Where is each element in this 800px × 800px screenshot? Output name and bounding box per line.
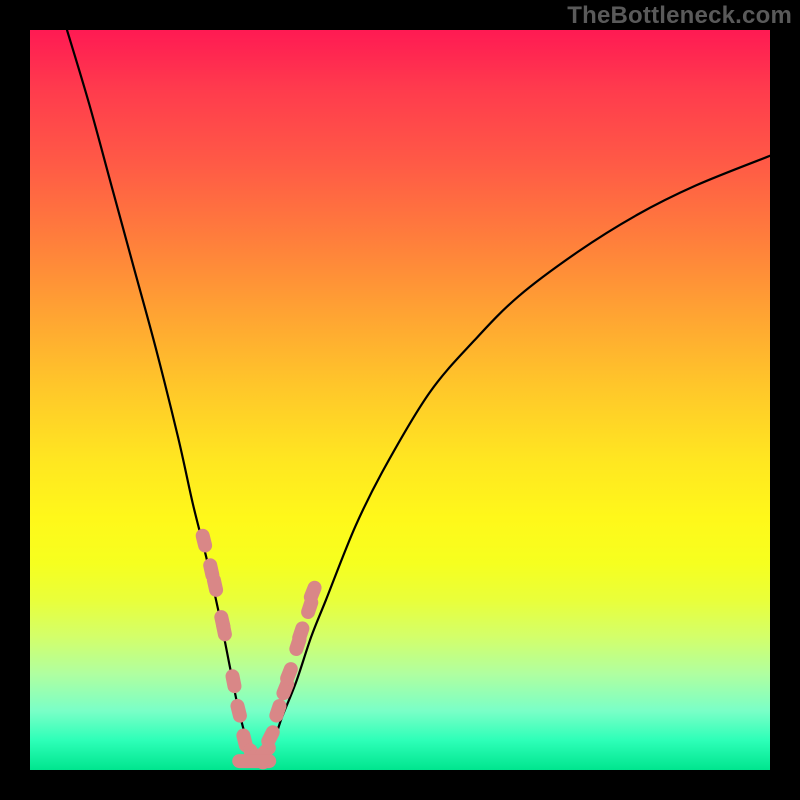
data-marker	[267, 697, 288, 724]
watermark-text: TheBottleneck.com	[567, 2, 792, 30]
markers-group	[194, 527, 323, 770]
data-marker	[232, 754, 276, 768]
chart-svg	[30, 30, 770, 770]
data-marker	[224, 668, 242, 694]
chart-frame: TheBottleneck.com	[0, 0, 800, 800]
data-marker	[194, 527, 213, 554]
bottleneck-curve	[67, 30, 770, 763]
data-marker	[229, 697, 248, 724]
plot-area	[30, 30, 770, 770]
data-marker	[215, 616, 233, 642]
